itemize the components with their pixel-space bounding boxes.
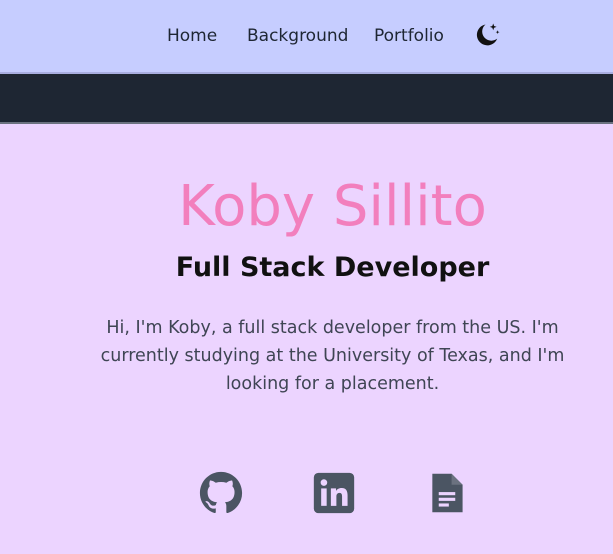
github-icon — [199, 471, 243, 514]
hero-role: Full Stack Developer — [175, 252, 490, 283]
hero-intro: Hi, I'm Koby, a full stack developer fro… — [100, 318, 565, 394]
theme-toggle-button[interactable] — [472, 20, 502, 50]
top-navigation-bar: Home Background Portfolio — [0, 0, 613, 74]
linkedin-link[interactable] — [312, 471, 356, 515]
moon-stars-icon — [476, 23, 500, 46]
github-link[interactable] — [199, 471, 243, 515]
dark-header-bar — [0, 74, 613, 124]
document-icon — [432, 473, 463, 513]
hero-name: Koby Sillito — [178, 174, 487, 239]
resume-link[interactable] — [425, 471, 469, 515]
nav-link-portfolio[interactable]: Portfolio — [374, 25, 444, 47]
nav-link-background[interactable]: Background — [247, 25, 348, 47]
nav-link-home[interactable]: Home — [167, 25, 217, 47]
linkedin-icon — [313, 472, 355, 514]
